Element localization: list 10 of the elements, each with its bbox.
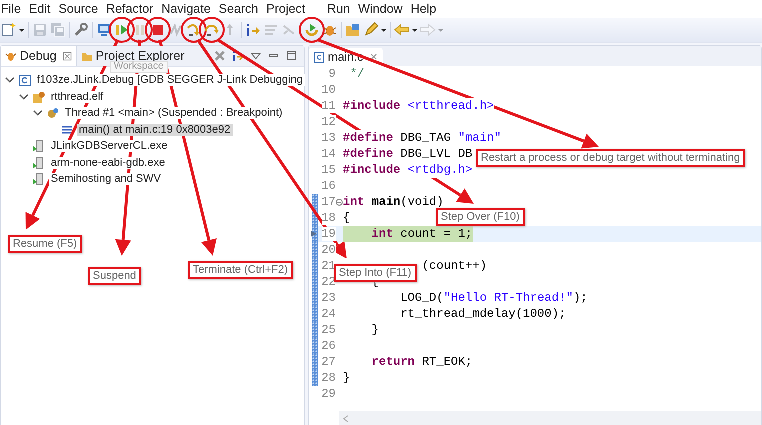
callout-label: Restart a process or debug target without terminating: [476, 149, 746, 167]
tooltip: Workspace: [110, 61, 168, 73]
line-number: 19: [322, 227, 336, 241]
callout-label: Terminate (Ctrl+F2): [188, 261, 294, 279]
callout-label: Suspend: [88, 267, 142, 285]
callout-label: Step Over (F10): [436, 208, 525, 226]
line-number: 18: [322, 211, 336, 225]
callout-label: Resume (F5): [8, 235, 82, 253]
callout-label: Step Into (F11): [334, 264, 417, 282]
line-number: 11: [322, 99, 336, 113]
